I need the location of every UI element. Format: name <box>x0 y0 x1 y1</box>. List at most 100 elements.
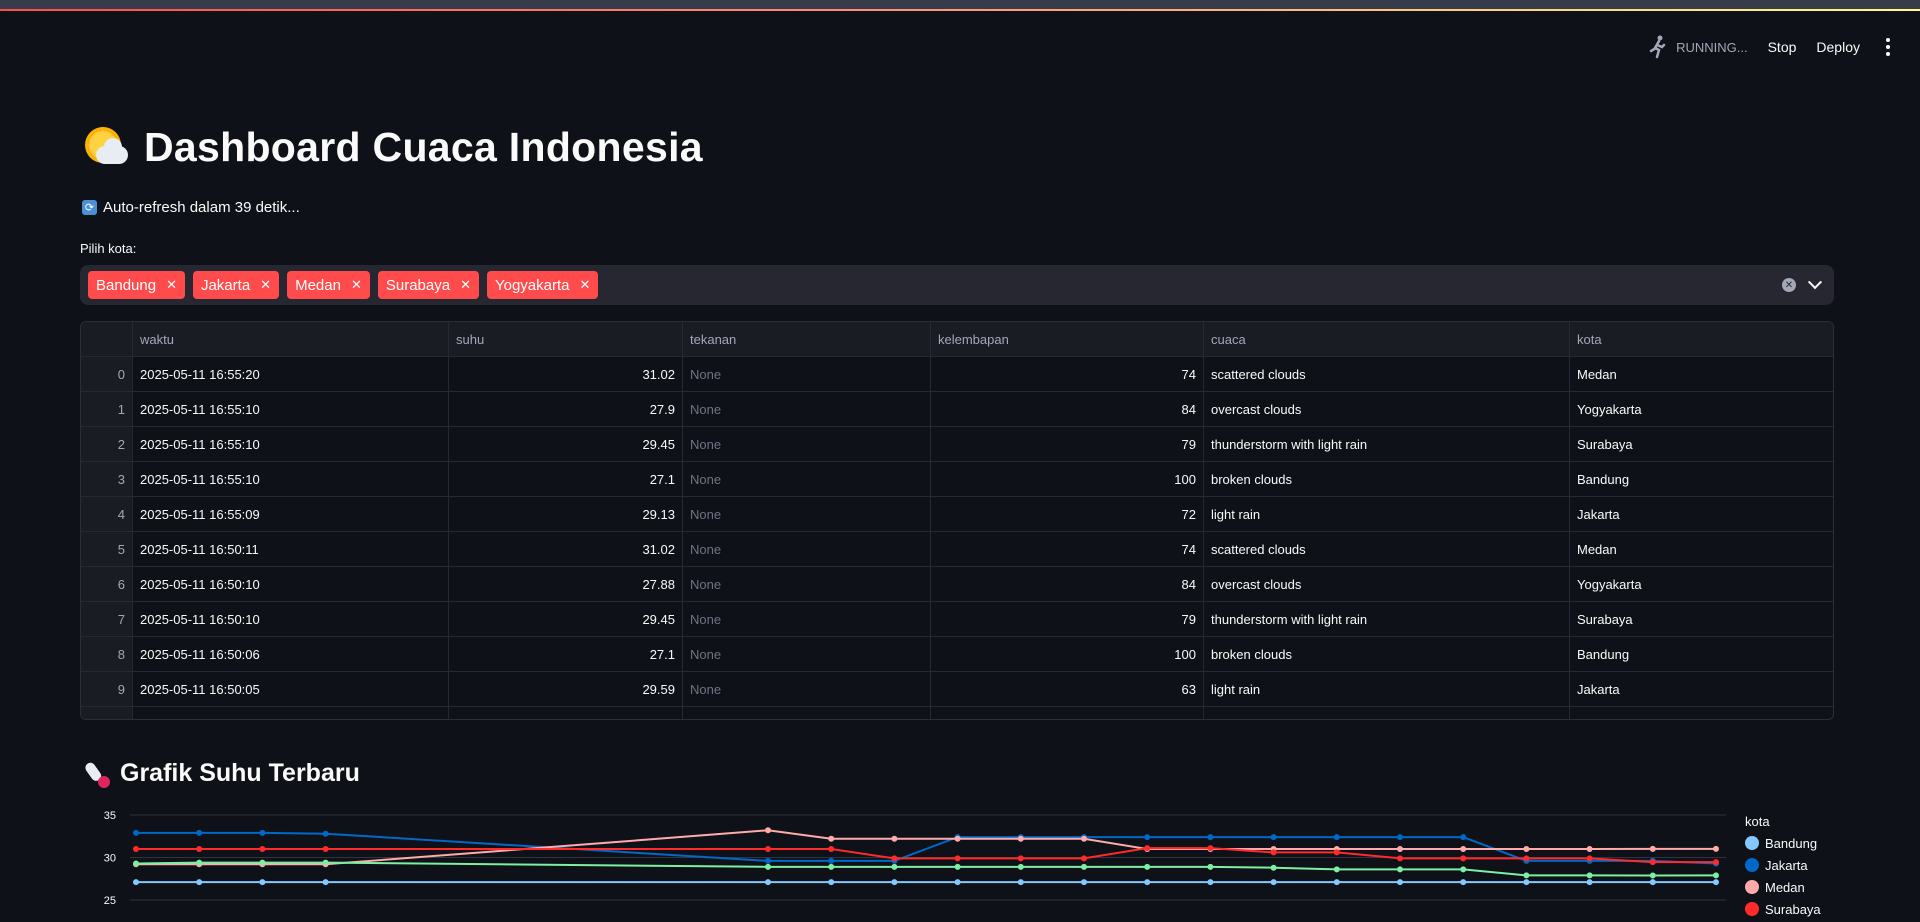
data-point[interactable] <box>1586 846 1593 852</box>
data-point[interactable] <box>1081 879 1087 886</box>
data-point[interactable] <box>196 846 203 852</box>
data-point[interactable] <box>1713 859 1719 866</box>
data-point[interactable] <box>133 879 139 886</box>
city-multiselect[interactable]: Bandung ✕ Jakarta ✕ Medan ✕ Surabaya ✕ Yogyakart… <box>80 265 1834 305</box>
weather-dataframe[interactable]: waktu suhu tekanan kelembapan cuaca kota 0 2025… <box>80 321 1834 720</box>
legend-item[interactable]: Medan <box>1745 876 1821 898</box>
data-point[interactable] <box>1207 863 1214 870</box>
chevron-down-icon[interactable] <box>1807 275 1823 290</box>
data-point[interactable] <box>1333 834 1340 841</box>
data-point[interactable] <box>1586 879 1593 886</box>
data-point[interactable] <box>828 846 835 852</box>
data-point[interactable] <box>322 830 329 837</box>
remove-tag-icon[interactable]: ✕ <box>260 277 271 293</box>
data-point[interactable] <box>765 827 771 834</box>
data-point[interactable] <box>891 835 898 842</box>
data-point[interactable] <box>891 863 898 870</box>
data-point[interactable] <box>828 879 835 886</box>
deploy-button[interactable]: Deploy <box>1816 39 1860 55</box>
data-point[interactable] <box>1523 879 1530 886</box>
column-header[interactable]: tekanan <box>683 322 931 356</box>
data-point[interactable] <box>1397 846 1403 852</box>
data-point[interactable] <box>196 859 203 866</box>
data-point[interactable] <box>1649 845 1656 852</box>
data-point[interactable] <box>1713 879 1719 886</box>
table-row[interactable]: 7 2025-05-11 16:50:10 29.45 None 79 thunderst… <box>81 602 1833 637</box>
table-row[interactable]: 6 2025-05-11 16:50:10 27.88 None 84 overcast … <box>81 567 1833 602</box>
data-point[interactable] <box>1460 834 1467 841</box>
column-header[interactable]: waktu <box>133 322 449 356</box>
data-point[interactable] <box>1586 855 1593 862</box>
data-point[interactable] <box>196 879 203 886</box>
data-point[interactable] <box>133 846 139 852</box>
data-point[interactable] <box>1081 863 1087 870</box>
data-point[interactable] <box>1586 872 1593 879</box>
data-point[interactable] <box>765 879 771 886</box>
data-point[interactable] <box>1397 866 1403 873</box>
data-point[interactable] <box>1649 872 1656 879</box>
data-point[interactable] <box>1460 866 1467 873</box>
data-point[interactable] <box>259 846 266 852</box>
data-point[interactable] <box>954 879 961 886</box>
data-point[interactable] <box>1081 855 1087 862</box>
main-menu-icon[interactable] <box>1880 38 1896 56</box>
city-tag[interactable]: Surabaya ✕ <box>377 271 479 299</box>
data-point[interactable] <box>322 859 329 866</box>
data-point[interactable] <box>1460 855 1467 862</box>
data-point[interactable] <box>891 855 898 862</box>
city-tag[interactable]: Medan ✕ <box>287 271 370 299</box>
data-point[interactable] <box>1649 879 1656 886</box>
data-point[interactable] <box>1017 855 1024 862</box>
column-header[interactable] <box>81 322 133 356</box>
data-point[interactable] <box>1270 879 1277 886</box>
column-header[interactable]: suhu <box>449 322 683 356</box>
data-point[interactable] <box>828 863 835 870</box>
legend-item[interactable]: Jakarta <box>1745 854 1821 876</box>
data-point[interactable] <box>133 860 139 867</box>
data-point[interactable] <box>1713 845 1719 852</box>
data-point[interactable] <box>1713 872 1719 879</box>
data-point[interactable] <box>828 857 835 864</box>
stop-button[interactable]: Stop <box>1768 39 1797 55</box>
data-point[interactable] <box>1207 845 1214 852</box>
data-point[interactable] <box>1523 872 1530 879</box>
table-row[interactable]: 3 2025-05-11 16:55:10 27.1 None 100 broken cl… <box>81 462 1833 497</box>
data-point[interactable] <box>1397 834 1403 841</box>
remove-tag-icon[interactable]: ✕ <box>351 277 362 293</box>
legend-item[interactable]: Bandung <box>1745 832 1821 854</box>
legend-item[interactable]: Surabaya <box>1745 898 1821 920</box>
column-header[interactable]: cuaca <box>1204 322 1570 356</box>
remove-tag-icon[interactable]: ✕ <box>580 277 591 293</box>
data-point[interactable] <box>322 879 329 886</box>
data-point[interactable] <box>828 835 835 842</box>
temperature-chart[interactable]: 35 30 25 <box>80 800 1834 922</box>
column-header[interactable]: kota <box>1570 322 1833 356</box>
data-point[interactable] <box>765 846 771 852</box>
data-point[interactable] <box>1207 879 1214 886</box>
data-point[interactable] <box>1017 879 1024 886</box>
data-point[interactable] <box>1523 846 1530 852</box>
table-row[interactable]: 1 2025-05-11 16:55:10 27.9 None 84 overcast c… <box>81 392 1833 427</box>
table-row[interactable]: 0 2025-05-11 16:55:20 31.02 None 74 scattered… <box>81 357 1833 392</box>
data-point[interactable] <box>1649 859 1656 866</box>
city-tag[interactable]: Bandung ✕ <box>88 271 185 299</box>
data-point[interactable] <box>891 879 898 886</box>
data-point[interactable] <box>259 829 266 836</box>
table-row[interactable]: 5 2025-05-11 16:50:11 31.02 None 74 scattered… <box>81 532 1833 567</box>
data-point[interactable] <box>1144 879 1151 886</box>
data-point[interactable] <box>1270 849 1277 856</box>
data-point[interactable] <box>196 829 203 836</box>
data-point[interactable] <box>259 879 266 886</box>
data-point[interactable] <box>259 859 266 866</box>
data-point[interactable] <box>322 846 329 852</box>
data-point[interactable] <box>1460 846 1467 852</box>
data-point[interactable] <box>1017 863 1024 870</box>
table-row[interactable]: 4 2025-05-11 16:55:09 29.13 None 72 light rai… <box>81 497 1833 532</box>
column-header[interactable]: kelembapan <box>931 322 1204 356</box>
data-point[interactable] <box>1333 879 1340 886</box>
data-point[interactable] <box>1081 835 1087 842</box>
data-point[interactable] <box>954 855 961 862</box>
data-point[interactable] <box>1207 834 1214 841</box>
data-point[interactable] <box>1144 863 1151 870</box>
data-point[interactable] <box>765 857 771 864</box>
